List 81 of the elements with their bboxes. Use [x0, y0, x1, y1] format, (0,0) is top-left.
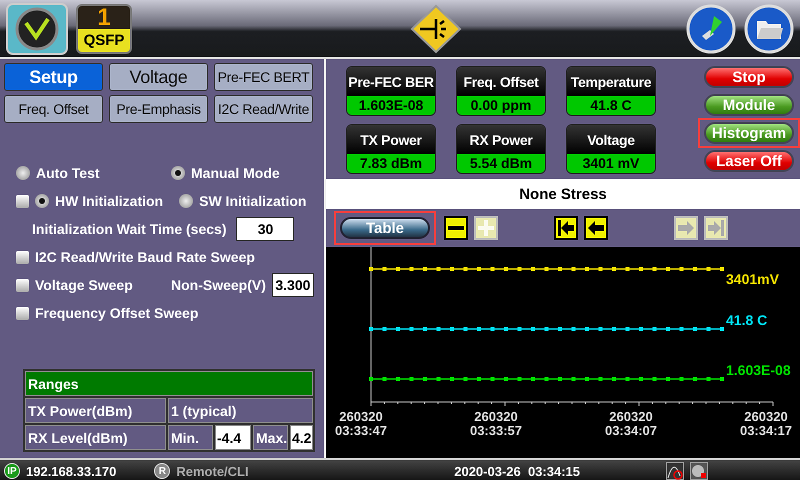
wait-time-field[interactable]: 30 [236, 217, 294, 241]
axis-tick-label: 260320 [744, 409, 788, 424]
metric-value: 1.603E-08 [347, 96, 435, 115]
table-button[interactable]: Table [340, 217, 430, 239]
arrow-icon [677, 219, 695, 237]
plus-icon [477, 219, 495, 237]
min-field[interactable]: -4.4 [215, 425, 251, 450]
ip-address: 192.168.33.170 [26, 464, 116, 478]
port-number: 1 [97, 6, 111, 30]
table-cell: Min. [168, 425, 213, 450]
non-sweep-label: Non-Sweep(V) [171, 277, 266, 293]
laser-warning-icon[interactable] [410, 4, 462, 54]
axis-tick-label: 03:33:57 [470, 423, 522, 438]
axis-tick-label: 03:34:17 [740, 423, 792, 438]
max-field[interactable]: 4.2 [290, 425, 313, 450]
sweep-label: Voltage Sweep [35, 277, 134, 293]
axis-tick-label: 03:33:47 [334, 423, 388, 438]
tab[interactable]: Freq. Offset [4, 95, 103, 123]
radio-button[interactable] [179, 194, 194, 208]
port-badge[interactable]: 1 QSFP [76, 4, 132, 54]
table-cell: RX Level(dBm) [25, 425, 166, 450]
metric-value: 41.8 C [567, 96, 655, 115]
zoom-out-button[interactable] [444, 216, 468, 240]
folder-icon[interactable] [744, 4, 794, 54]
option-label: HW Initialization [55, 193, 164, 209]
port-type: QSFP [84, 30, 124, 50]
logo-icon[interactable] [6, 2, 68, 54]
bar-arrow-icon [557, 219, 575, 237]
arrow-icon [587, 219, 605, 237]
wait-time-label: Initialization Wait Time (secs) [32, 221, 226, 237]
axis-tick-label: 260320 [339, 409, 383, 424]
non-sweep-field[interactable]: 3.300 [272, 273, 314, 297]
previous-button[interactable] [584, 216, 608, 240]
tab[interactable]: Voltage [109, 63, 208, 91]
bar-arrow-icon [707, 219, 725, 237]
ranges-header: Ranges [25, 371, 313, 396]
series-label: 1.603E-08 [726, 362, 791, 378]
tab[interactable]: Setup [4, 63, 103, 91]
metric-label: Freq. Offset [457, 67, 545, 96]
remote-badge: R [154, 463, 170, 479]
axis-tick-label: 260320 [474, 409, 518, 424]
metric-value: 0.00 ppm [457, 96, 545, 115]
action-button[interactable]: Stop [704, 66, 794, 88]
remote-status: Remote/CLI [176, 464, 249, 478]
sweep-label: Frequency Offset Sweep [35, 305, 198, 321]
sweep-label: I2C Read/Write Baud Rate Sweep [35, 249, 255, 265]
series-label: 41.8 C [726, 312, 768, 328]
option-label: Manual Mode [191, 165, 281, 181]
curve-icon[interactable] [666, 462, 684, 480]
checkbox[interactable] [16, 306, 29, 320]
option-label: SW Initialization [199, 193, 306, 209]
minus-icon [448, 226, 464, 230]
ip-badge: IP [4, 463, 20, 479]
option-label: Auto Test [36, 165, 101, 181]
metric-label: TX Power [347, 125, 435, 154]
metric-label: Temperature [567, 67, 655, 96]
checkbox[interactable] [16, 250, 29, 264]
table-cell: Max. [253, 425, 288, 450]
date-time: 2020-03-26 03:34:15 [454, 464, 580, 478]
radio-button[interactable] [35, 194, 49, 208]
metric-label: Pre-FEC BER [347, 67, 435, 96]
metric-label: RX Power [457, 125, 545, 154]
metric-value: 3401 mV [567, 154, 655, 173]
tab[interactable]: I2C Read/Write [214, 95, 313, 123]
metric-value: 7.83 dBm [347, 154, 435, 173]
series-label: 3401mV [726, 271, 779, 287]
axis-tick-label: 03:34:07 [604, 423, 658, 438]
first-page-button[interactable] [554, 216, 578, 240]
action-button[interactable]: Laser Off [704, 150, 794, 172]
metric-value: 5.54 dBm [457, 154, 545, 173]
axis-tick-label: 260320 [609, 409, 653, 424]
table-cell: TX Power(dBm) [25, 398, 166, 423]
metric-label: Voltage [567, 125, 655, 154]
table-cell: 1 (typical) [168, 398, 313, 423]
checkbox[interactable] [16, 194, 29, 208]
tab[interactable]: Pre-Emphasis [109, 95, 208, 123]
checkbox[interactable] [16, 278, 29, 292]
tab[interactable]: Pre-FEC BERT [214, 63, 313, 91]
radio-button[interactable] [16, 166, 30, 180]
radio-button[interactable] [171, 166, 185, 180]
stress-banner: None Stress [326, 179, 800, 209]
